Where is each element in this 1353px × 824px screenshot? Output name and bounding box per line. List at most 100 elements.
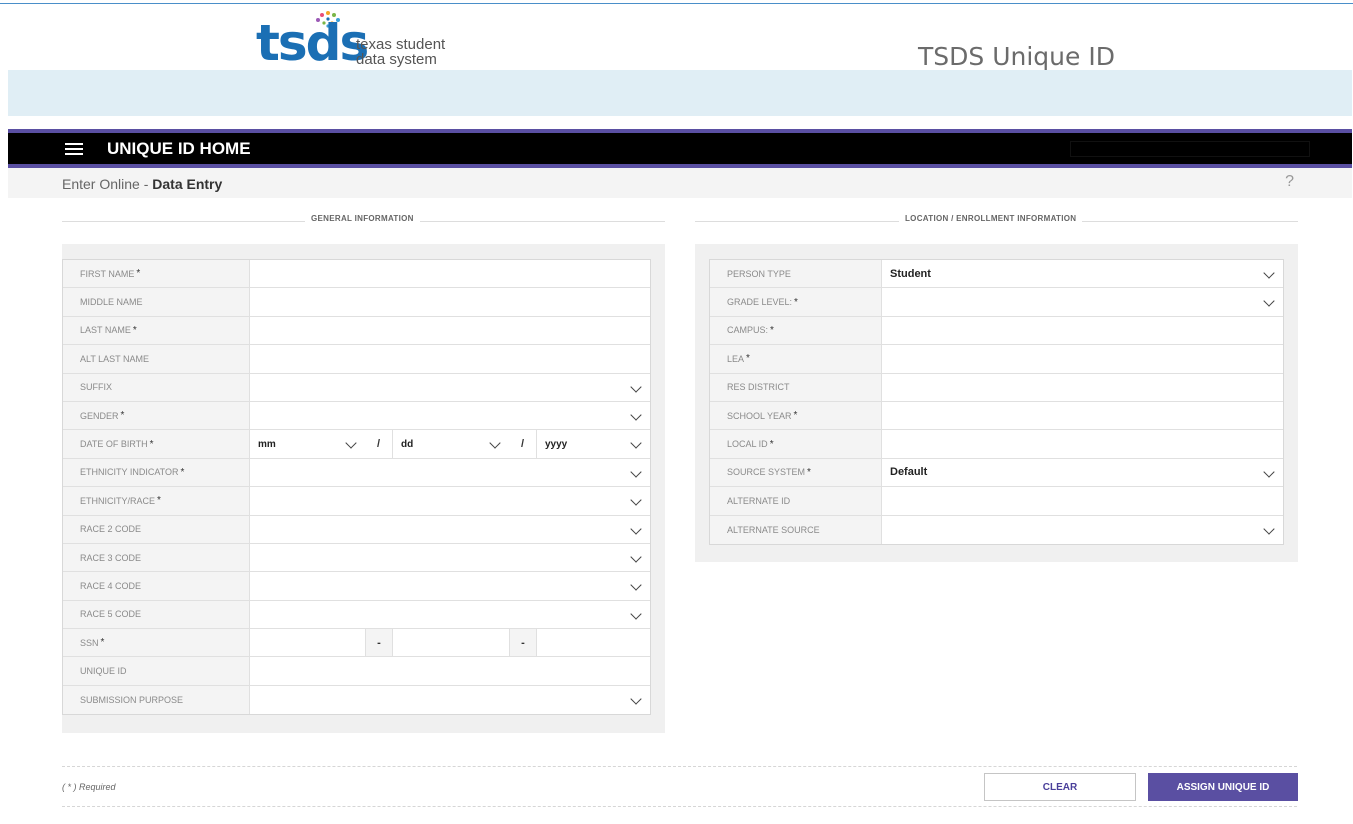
school-year-input[interactable] (882, 402, 1283, 429)
required-marker: * (157, 495, 161, 507)
ssn-part-3-input[interactable] (537, 629, 650, 656)
logo-subtitle: texas student data system (356, 37, 445, 67)
form-row-local-id: LOCAL ID * (710, 430, 1283, 459)
label-last-name: LAST NAME (80, 325, 131, 336)
label-race-3-code: RACE 3 CODE (80, 552, 142, 563)
last-name-input[interactable] (250, 317, 650, 344)
label-alternate-id: ALTERNATE ID (727, 495, 791, 506)
ssn-part-1-input[interactable] (250, 629, 365, 656)
dob-separator: / (509, 430, 537, 458)
label-gender: GENDER (80, 410, 119, 421)
ethnicity-race-select[interactable] (250, 487, 650, 514)
help-icon[interactable]: ? (1285, 173, 1294, 191)
form-row-grade-level: GRADE LEVEL: * (710, 288, 1283, 317)
form-row-race-2-code: RACE 2 CODE (63, 515, 650, 544)
clear-button[interactable]: CLEAR (984, 773, 1136, 801)
source-system-select[interactable]: Default (882, 459, 1283, 486)
alternate-id-input[interactable] (882, 487, 1283, 514)
label-first-name: FIRST NAME (80, 268, 135, 279)
general-info-title: GENERAL INFORMATION (305, 214, 420, 223)
breadcrumb-current: Data Entry (152, 176, 223, 192)
middle-name-input[interactable] (250, 288, 650, 315)
dob-day-value: dd (401, 438, 414, 450)
label-person-type: PERSON TYPE (727, 268, 791, 279)
required-marker: * (180, 466, 185, 478)
ssn-part-2-input[interactable] (393, 629, 509, 656)
ethnicity-indicator-select[interactable] (250, 459, 650, 486)
header-band (8, 70, 1352, 116)
form-row-ethnicity-indicator: ETHNICITY INDICATOR * (63, 458, 650, 488)
race-3-code-select[interactable] (250, 544, 650, 571)
breadcrumb-prefix: Enter Online - (62, 176, 153, 192)
chevron-down-icon (345, 437, 357, 450)
required-marker: * (149, 438, 154, 450)
form-row-ethnicity-race: ETHNICITY/RACE * (63, 487, 650, 516)
form-row-lea: LEA * (710, 345, 1283, 374)
gender-select[interactable] (250, 402, 650, 429)
race-4-code-select[interactable] (250, 572, 650, 599)
chevron-down-icon (1263, 522, 1275, 535)
race-2-code-select[interactable] (250, 516, 650, 543)
label-middle-name: MIDDLE NAME (80, 297, 143, 308)
form-row-middle-name: MIDDLE NAME (63, 288, 650, 317)
label-suffix: SUFFIX (80, 382, 113, 393)
label-race-5-code: RACE 5 CODE (80, 609, 142, 620)
ssn-group: - - (250, 629, 650, 657)
alt-last-name-input[interactable] (250, 345, 650, 372)
ssn-dash: - (509, 629, 537, 657)
form-row-suffix: SUFFIX (63, 373, 650, 402)
assign-unique-id-button[interactable]: ASSIGN UNIQUE ID (1148, 773, 1298, 801)
chevron-down-icon (489, 437, 501, 450)
local-id-input[interactable] (882, 430, 1283, 457)
form-row-race-4-code: RACE 4 CODE (63, 572, 650, 601)
nav-bar: UNIQUE ID HOME (8, 129, 1352, 168)
location-info-title: LOCATION / ENROLLMENT INFORMATION (899, 214, 1083, 223)
location-info-form: PERSON TYPE Student GRADE LEVEL: * CAMPUS… (709, 259, 1284, 545)
alternate-source-select[interactable] (882, 516, 1283, 544)
submission-purpose-select[interactable] (250, 686, 650, 714)
suffix-select[interactable] (250, 374, 650, 401)
form-row-first-name: FIRST NAME * (63, 260, 650, 289)
form-row-date-of-birth: DATE OF BIRTH * mm / dd / yyyy (63, 430, 650, 459)
race-5-code-select[interactable] (250, 601, 650, 628)
label-local-id: LOCAL ID (727, 439, 768, 450)
label-race-4-code: RACE 4 CODE (80, 580, 142, 591)
person-type-value: Student (890, 267, 931, 280)
hamburger-menu-icon[interactable] (65, 143, 83, 157)
first-name-input[interactable] (250, 260, 650, 287)
chevron-down-icon (630, 693, 642, 705)
person-type-select[interactable]: Student (882, 260, 1283, 287)
redacted-user-area (1070, 141, 1310, 157)
required-marker: * (769, 438, 774, 450)
chevron-down-icon (630, 579, 642, 591)
required-marker: * (807, 466, 811, 478)
dob-month-value: mm (258, 438, 276, 450)
campus-input[interactable] (882, 317, 1283, 344)
lea-input[interactable] (882, 345, 1283, 372)
label-campus: CAMPUS: (727, 325, 769, 336)
label-source-system: SOURCE SYSTEM (727, 467, 806, 478)
required-note: ( * ) Required (62, 782, 116, 792)
nav-title[interactable]: UNIQUE ID HOME (107, 139, 251, 159)
tsds-logo: tsds texas student data system (256, 8, 456, 72)
grade-level-select[interactable] (882, 288, 1283, 315)
unique-id-input[interactable] (250, 657, 650, 684)
location-info-heading: LOCATION / ENROLLMENT INFORMATION (695, 213, 1298, 227)
chevron-down-icon (630, 437, 642, 450)
required-marker: * (794, 296, 798, 308)
dob-month-select[interactable]: mm (250, 430, 365, 457)
required-marker: * (136, 268, 141, 280)
form-row-submission-purpose: SUBMISSION PURPOSE (63, 685, 650, 715)
label-school-year: SCHOOL YEAR (727, 410, 792, 421)
res-district-input[interactable] (882, 374, 1283, 401)
chevron-down-icon (1263, 295, 1275, 308)
dob-day-select[interactable]: dd (393, 430, 509, 457)
required-marker: * (120, 410, 125, 422)
required-marker: * (770, 324, 774, 336)
form-row-race-5-code: RACE 5 CODE (63, 600, 650, 630)
form-row-school-year: SCHOOL YEAR * (710, 401, 1283, 431)
form-row-campus: CAMPUS: * (710, 316, 1283, 346)
dob-year-select[interactable]: yyyy (537, 430, 650, 457)
breadcrumb: Enter Online - Data Entry ? (8, 168, 1352, 198)
label-alt-last-name: ALT LAST NAME (80, 353, 150, 364)
